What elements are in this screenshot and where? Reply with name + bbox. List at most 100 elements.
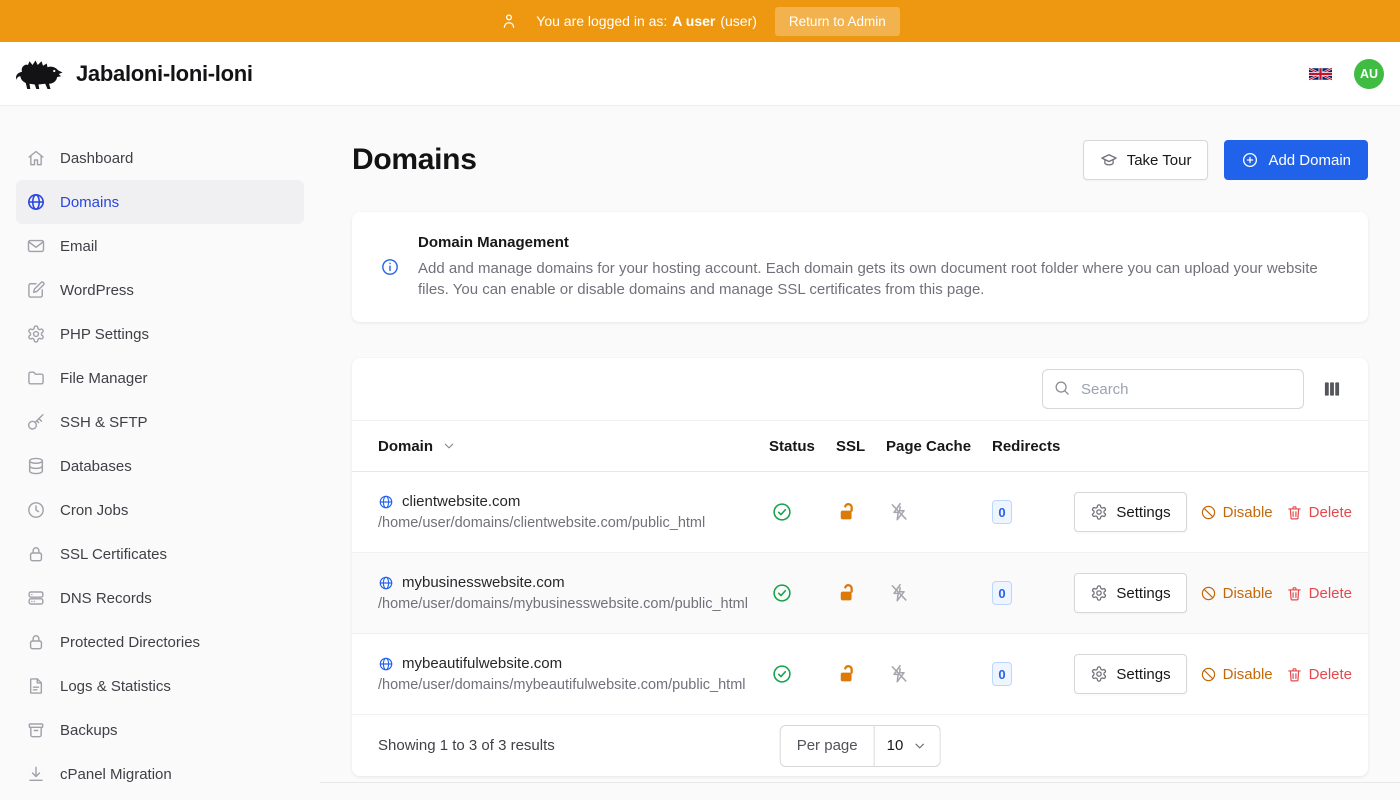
status-active-icon [771,663,793,685]
delete-button[interactable]: Delete [1286,504,1352,521]
disable-button[interactable]: Disable [1200,585,1273,602]
disable-button[interactable]: Disable [1200,504,1273,521]
settings-label: Settings [1116,585,1170,602]
settings-label: Settings [1116,666,1170,683]
redirects-badge: 0 [992,662,1012,686]
domain-path: /home/user/domains/mybeautifulwebsite.co… [378,677,769,693]
column-label: Domain [378,438,433,455]
search-icon [1053,379,1071,397]
column-header-status: Status [769,438,836,455]
per-page-control: Per page 10 [780,725,941,767]
domain-management-info-card: Domain Management Add and manage domains… [352,212,1368,322]
brand-logo[interactable]: Jabaloni-loni-loni [16,56,253,92]
trash-icon [1286,585,1303,602]
sidebar-item-php-settings[interactable]: PHP Settings [16,312,304,356]
column-header-redirects: Redirects [992,438,1080,455]
disable-button[interactable]: Disable [1200,666,1273,683]
redirects-badge: 0 [992,500,1012,524]
table-row: clientwebsite.com /home/user/domains/cli… [352,472,1368,553]
ssl-unlocked-icon [838,582,860,604]
trash-icon [1286,504,1303,521]
sidebar-item-dns-records[interactable]: DNS Records [16,576,304,620]
return-to-admin-button[interactable]: Return to Admin [775,7,900,36]
add-domain-button[interactable]: Add Domain [1224,140,1368,180]
sidebar-item-label: DNS Records [60,590,152,607]
status-active-icon [771,501,793,523]
sidebar-item-ssh-sftp[interactable]: SSH & SFTP [16,400,304,444]
sidebar-item-cron-jobs[interactable]: Cron Jobs [16,488,304,532]
delete-button[interactable]: Delete [1286,585,1352,602]
sidebar-item-label: Email [60,238,98,255]
delete-label: Delete [1309,666,1352,683]
trash-icon [1286,666,1303,683]
settings-button[interactable]: Settings [1074,654,1186,694]
brand-title: Jabaloni-loni-loni [76,61,253,87]
header-right: AU [1309,59,1384,89]
mail-icon [26,236,46,256]
sidebar-item-protected-directories[interactable]: Protected Directories [16,620,304,664]
domain-name: clientwebsite.com [402,493,520,510]
ssl-unlocked-icon [838,501,860,523]
per-page-label: Per page [780,725,875,767]
sidebar-item-label: Domains [60,194,119,211]
sidebar-item-logs-statistics[interactable]: Logs & Statistics [16,664,304,708]
sidebar-item-label: WordPress [60,282,134,299]
settings-button[interactable]: Settings [1074,492,1186,532]
column-header-ssl: SSL [836,438,886,455]
domains-table-card: Domain Status SSL Page Cache Redirects c… [352,358,1368,776]
chevron-down-icon [441,438,457,454]
section-divider [320,782,1400,783]
sidebar-item-file-manager[interactable]: File Manager [16,356,304,400]
main-content: Domains Take Tour Add Domain Domain Mana… [320,106,1400,800]
columns-toggle-button[interactable] [1322,379,1342,399]
avatar[interactable]: AU [1354,59,1384,89]
per-page-select[interactable]: 10 [875,725,941,767]
graduation-cap-icon [1100,151,1118,169]
sidebar-item-label: PHP Settings [60,326,149,343]
take-tour-button[interactable]: Take Tour [1083,140,1209,180]
ban-icon [1200,666,1217,683]
column-header-domain[interactable]: Domain [378,438,769,455]
key-icon [26,412,46,432]
user-icon [500,12,518,30]
domain-name: mybusinesswebsite.com [402,574,565,591]
sidebar-item-email[interactable]: Email [16,224,304,268]
sidebar-item-dashboard[interactable]: Dashboard [16,136,304,180]
sidebar-item-label: cPanel Migration [60,766,172,783]
disable-label: Disable [1223,504,1273,521]
table-row: mybusinesswebsite.com /home/user/domains… [352,553,1368,634]
globe-icon [378,656,394,672]
sidebar-item-label: File Manager [60,370,148,387]
sidebar-item-backups[interactable]: Backups [16,708,304,752]
column-header-page-cache: Page Cache [886,438,992,455]
add-domain-label: Add Domain [1268,152,1351,169]
sidebar-item-wordpress[interactable]: WordPress [16,268,304,312]
page-cache-off-icon [888,663,910,685]
domain-name: mybeautifulwebsite.com [402,655,562,672]
page-title: Domains [352,143,477,177]
status-active-icon [771,582,793,604]
uk-flag-icon[interactable] [1309,66,1332,82]
archive-icon [26,720,46,740]
pen-square-icon [26,280,46,300]
folder-icon [26,368,46,388]
page-cache-off-icon [888,582,910,604]
search-input[interactable] [1042,369,1304,409]
globe-icon [378,494,394,510]
clock-icon [26,500,46,520]
sidebar-item-label: Dashboard [60,150,133,167]
delete-button[interactable]: Delete [1286,666,1352,683]
settings-label: Settings [1116,504,1170,521]
globe-icon [26,192,46,212]
sidebar-item-ssl-certificates[interactable]: SSL Certificates [16,532,304,576]
banner-message-prefix: You are logged in as: [536,13,667,29]
sidebar-item-databases[interactable]: Databases [16,444,304,488]
domain-path: /home/user/domains/mybusinesswebsite.com… [378,596,769,612]
info-icon [380,257,400,277]
sidebar-item-domains[interactable]: Domains [16,180,304,224]
chevron-down-icon [911,738,927,754]
sidebar-item-label: SSH & SFTP [60,414,148,431]
settings-button[interactable]: Settings [1074,573,1186,613]
sidebar-item-cpanel-migration[interactable]: cPanel Migration [16,752,304,796]
file-text-icon [26,676,46,696]
